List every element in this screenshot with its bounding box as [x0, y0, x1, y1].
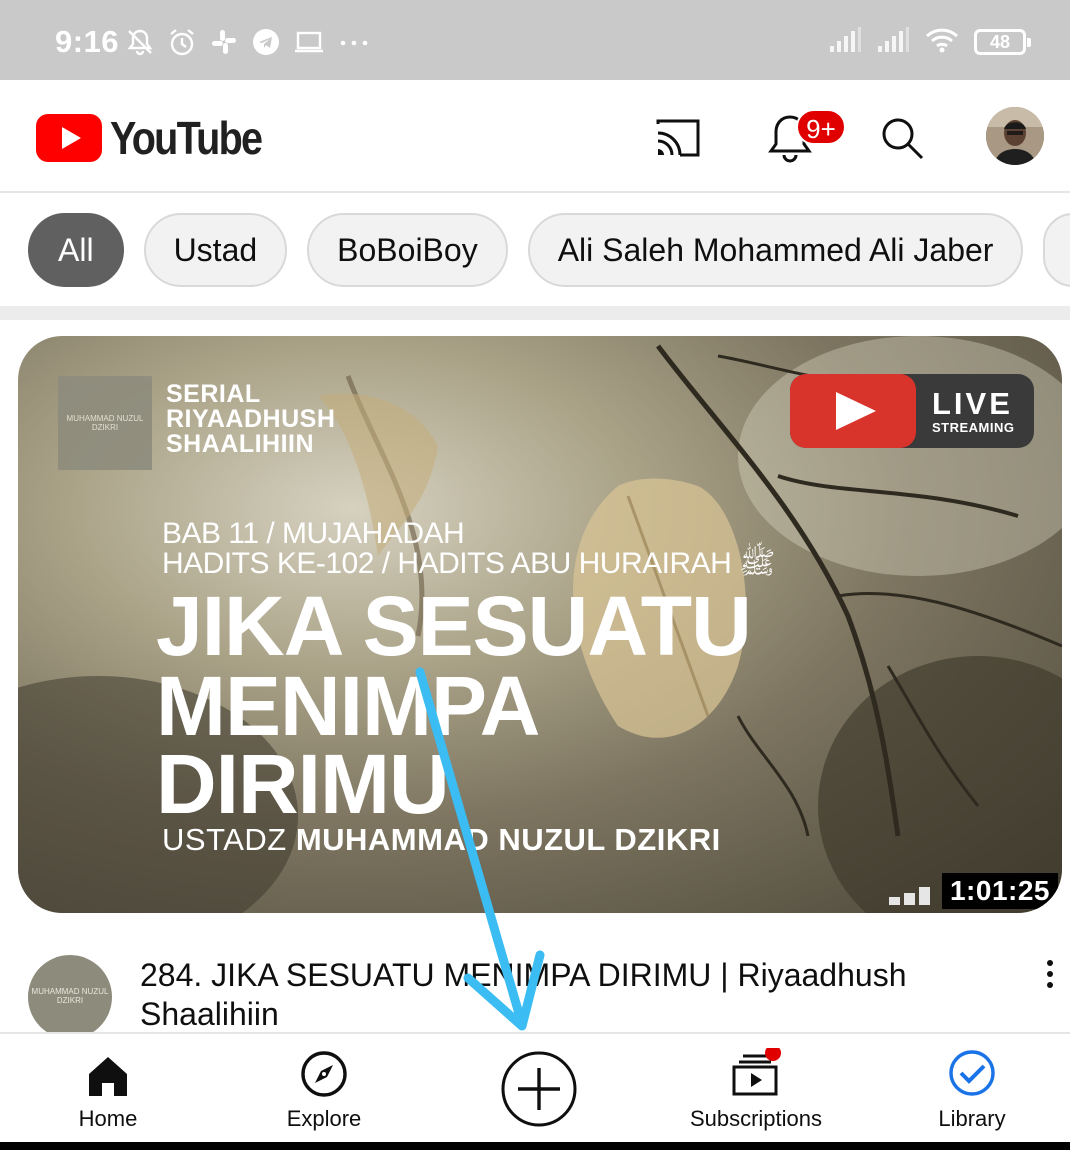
video-more-button[interactable] [1030, 958, 1070, 998]
status-system-icons: 48 [828, 22, 1031, 62]
mute-icon [125, 27, 155, 57]
quality-indicator-icon [889, 887, 930, 905]
battery-icon: 48 [974, 29, 1031, 55]
laptop-icon [293, 27, 325, 57]
video-title[interactable]: 284. JIKA SESUATU MENIMPA DIRIMU | Riyaa… [140, 956, 960, 1034]
add-circle-icon [501, 1051, 577, 1127]
status-notification-icons [125, 22, 371, 62]
library-check-icon [949, 1050, 995, 1096]
nav-subscriptions[interactable]: Subscriptions [676, 1034, 836, 1142]
telegram-icon [251, 27, 281, 57]
nav-library[interactable]: Library [922, 1034, 1022, 1142]
section-divider [0, 306, 1070, 320]
slack-icon [209, 27, 239, 57]
search-icon [882, 118, 924, 160]
filter-chip-bar: All Ustad BoBoiBoy Ali Saleh Mohammed Al… [0, 195, 1070, 307]
notification-count-badge: 9+ [796, 109, 846, 145]
compass-icon [301, 1051, 347, 1097]
thumbnail-series-title: SERIAL RIYAADHUSH SHAALIHIIN [166, 380, 336, 458]
nav-library-label: Library [938, 1106, 1006, 1131]
youtube-play-logo-icon [36, 114, 102, 162]
system-nav-bar [0, 1142, 1070, 1150]
video-duration: 1:01:25 [941, 873, 1058, 909]
home-icon [89, 1057, 127, 1096]
create-button[interactable] [500, 1050, 578, 1128]
top-app-bar: YouTube [0, 80, 1070, 193]
chip-ustad[interactable]: Ustad [143, 213, 288, 287]
chip-ali-saleh[interactable]: Ali Saleh Mohammed Ali Jaber [527, 213, 1024, 287]
thumbnail-speaker: USTADZ MUHAMMAD NUZUL DZIKRI [162, 822, 721, 857]
live-streaming-badge: LIVE STREAMING [790, 374, 1034, 448]
subscriptions-icon [732, 1048, 781, 1096]
more-vert-icon [1047, 960, 1053, 988]
youtube-wordmark: YouTube [110, 112, 263, 164]
youtube-logo[interactable]: YouTube [36, 111, 286, 165]
thumbnail-hadith-ref: HADITS KE-102 / HADITS ABU HURAIRAH ﷺ [162, 547, 776, 580]
channel-avatar[interactable]: MUHAMMAD NUZUL DZIKRI [28, 955, 112, 1039]
signal-icon [828, 26, 862, 59]
thumbnail-chapter: BAB 11 / MUJAHADAH [162, 517, 465, 550]
thumbnail-headline-1: JIKA SESUATU [156, 579, 752, 673]
status-time: 9:16 [55, 24, 120, 59]
cast-icon [656, 119, 700, 157]
more-dots-icon [337, 27, 371, 57]
nav-home[interactable]: Home [58, 1034, 158, 1142]
chip-all[interactable]: All [28, 213, 124, 287]
video-thumbnail[interactable]: MUHAMMAD NUZUL DZIKRI SERIAL RIYAADHUSH … [18, 336, 1062, 913]
nav-explore[interactable]: Explore [264, 1034, 384, 1142]
channel-watermark-logo: MUHAMMAD NUZUL DZIKRI [58, 376, 152, 470]
chip-boboiboy[interactable]: BoBoiBoy [307, 213, 508, 287]
cast-button[interactable] [648, 108, 708, 168]
status-bar: 9:16 48 [0, 0, 1070, 80]
wifi-icon [924, 26, 960, 59]
thumbnail-headline-2: MENIMPA [156, 659, 540, 753]
signal-icon [876, 26, 910, 59]
nav-home-label: Home [78, 1106, 138, 1131]
chip-partial[interactable] [1043, 213, 1070, 287]
thumbnail-headline-3: DIRIMU [156, 737, 450, 831]
nav-explore-label: Explore [286, 1106, 362, 1131]
profile-photo [986, 107, 1044, 165]
alarm-icon [167, 27, 197, 57]
account-avatar[interactable] [986, 107, 1044, 165]
search-button[interactable] [872, 108, 932, 168]
play-icon [836, 392, 876, 430]
nav-subscriptions-label: Subscriptions [689, 1106, 823, 1131]
